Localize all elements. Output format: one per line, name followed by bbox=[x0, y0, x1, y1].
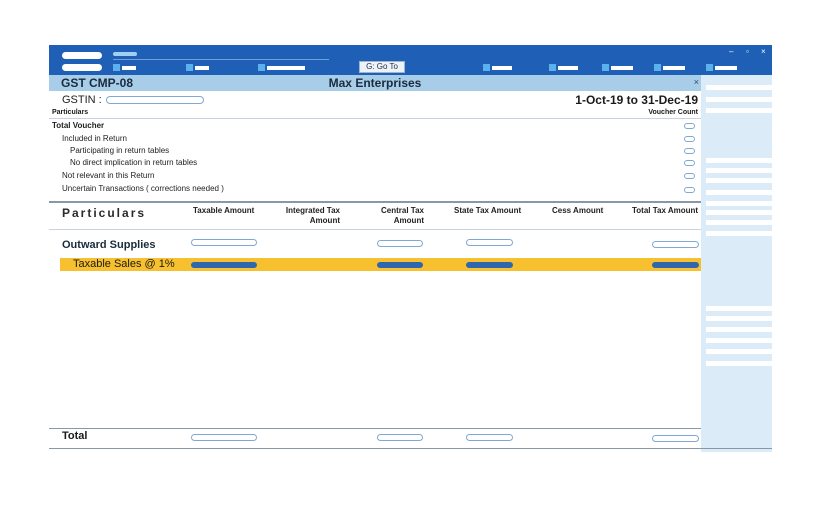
menu-item-1[interactable] bbox=[113, 64, 136, 71]
button-bar-item[interactable] bbox=[706, 97, 772, 102]
button-bar-item[interactable] bbox=[706, 349, 772, 354]
menu-item-icon bbox=[483, 64, 490, 71]
voucher-count-value bbox=[684, 123, 695, 129]
top-toolbar: G: Go To – ▫ × bbox=[49, 45, 772, 75]
period-label[interactable]: 1-Oct-19 to 31-Dec-19 bbox=[575, 93, 698, 107]
total-divider-top bbox=[49, 428, 701, 429]
gstin-label: GSTIN : bbox=[62, 94, 102, 106]
total-label: Total bbox=[62, 430, 88, 442]
outward-taxable-value bbox=[191, 239, 257, 246]
close-window-icon[interactable]: × bbox=[761, 47, 766, 56]
button-bar-item[interactable] bbox=[706, 231, 772, 236]
voucher-row-included[interactable]: Included in Return bbox=[62, 134, 127, 143]
goto-button[interactable]: G: Go To bbox=[359, 61, 405, 73]
menu-pill[interactable] bbox=[62, 64, 102, 71]
particulars-small-header: Particulars bbox=[52, 109, 89, 116]
company-name: Max Enterprises bbox=[328, 76, 422, 90]
voucher-count-value bbox=[684, 187, 695, 193]
taxable-sales-label: Taxable Sales @ 1% bbox=[73, 258, 175, 270]
voucher-count-header: Voucher Count bbox=[648, 109, 698, 116]
taxable-amount-header: Taxable Amount bbox=[193, 206, 255, 215]
header-divider bbox=[49, 118, 701, 119]
menu-item-7[interactable] bbox=[654, 64, 685, 71]
voucher-row-not-relevant[interactable]: Not relevant in this Return bbox=[62, 171, 155, 180]
button-bar-item[interactable] bbox=[706, 361, 772, 366]
menu-item-5[interactable] bbox=[549, 64, 578, 71]
button-bar-item[interactable] bbox=[706, 108, 772, 113]
central-tax-header: Central Tax Amount bbox=[381, 206, 424, 225]
button-bar-item[interactable] bbox=[706, 168, 772, 173]
menu-item-icon bbox=[258, 64, 265, 71]
button-bar-item[interactable] bbox=[706, 338, 772, 343]
menu-item-icon bbox=[706, 64, 713, 71]
button-bar-item[interactable] bbox=[706, 306, 772, 311]
cess-amount-header: Cess Amount bbox=[552, 206, 604, 215]
button-bar-item[interactable] bbox=[706, 201, 772, 206]
section-divider bbox=[49, 201, 701, 203]
menu-item-icon bbox=[549, 64, 556, 71]
outward-total-tax-value bbox=[652, 241, 699, 248]
menu-item-icon bbox=[602, 64, 609, 71]
button-bar-item[interactable] bbox=[706, 158, 772, 163]
total-tax-header: Total Tax Amount bbox=[632, 206, 699, 215]
outward-state-value bbox=[466, 239, 513, 246]
product-pill bbox=[113, 52, 137, 56]
voucher-row-uncertain[interactable]: Uncertain Transactions ( corrections nee… bbox=[62, 184, 224, 193]
menu-item-6[interactable] bbox=[602, 64, 633, 71]
button-bar-item[interactable] bbox=[706, 178, 772, 183]
report-title-bar: Max Enterprises GST CMP-08 × bbox=[49, 75, 701, 91]
button-bar-item[interactable] bbox=[706, 85, 772, 90]
minimize-icon[interactable]: – bbox=[729, 47, 733, 56]
menu-item-3[interactable] bbox=[258, 64, 305, 71]
state-tax-header: State Tax Amount bbox=[454, 206, 522, 215]
total-state-value bbox=[466, 434, 513, 441]
button-bar-item[interactable] bbox=[706, 220, 772, 225]
button-bar-item[interactable] bbox=[706, 190, 772, 195]
gstin-field[interactable] bbox=[106, 96, 204, 104]
total-taxable-value bbox=[191, 434, 257, 441]
menu-item-2[interactable] bbox=[186, 64, 209, 71]
menu-item-icon bbox=[186, 64, 193, 71]
outward-supplies-label[interactable]: Outward Supplies bbox=[62, 239, 156, 251]
selected-row-taxable-sales[interactable]: Taxable Sales @ 1% bbox=[60, 258, 701, 271]
column-header-divider bbox=[49, 229, 701, 230]
voucher-row-participating[interactable]: Participating in return tables bbox=[70, 146, 169, 155]
tally-window: G: Go To – ▫ × Max Enterprises GST CMP-0… bbox=[49, 45, 772, 452]
voucher-row-no-implication[interactable]: No direct implication in return tables bbox=[70, 158, 197, 167]
report-title: GST CMP-08 bbox=[61, 76, 134, 90]
button-bar-item[interactable] bbox=[706, 210, 772, 215]
report-body: GSTIN : 1-Oct-19 to 31-Dec-19 Particular… bbox=[49, 91, 701, 452]
total-central-value bbox=[377, 434, 423, 441]
particulars-column-header: Particulars bbox=[62, 206, 147, 220]
voucher-count-value bbox=[684, 148, 695, 154]
taxable-sales-total-tax-value bbox=[652, 262, 699, 268]
button-bar-item[interactable] bbox=[706, 327, 772, 332]
menu-item-4[interactable] bbox=[483, 64, 512, 71]
button-bar-item[interactable] bbox=[706, 316, 772, 321]
toolbar-divider bbox=[113, 59, 329, 60]
taxable-sales-state-value bbox=[466, 262, 513, 268]
voucher-count-value bbox=[684, 160, 695, 166]
total-divider-bottom bbox=[49, 448, 772, 449]
voucher-count-value bbox=[684, 136, 695, 142]
outward-central-value bbox=[377, 240, 423, 247]
taxable-sales-taxable-value bbox=[191, 262, 257, 268]
menu-item-icon bbox=[654, 64, 661, 71]
company-pill[interactable] bbox=[62, 52, 102, 59]
restore-icon[interactable]: ▫ bbox=[746, 47, 749, 56]
taxable-sales-central-value bbox=[377, 262, 423, 268]
button-bar bbox=[701, 75, 772, 452]
integrated-tax-header: Integrated Tax Amount bbox=[285, 206, 340, 225]
voucher-row-total[interactable]: Total Voucher bbox=[52, 121, 104, 130]
close-report-icon[interactable]: × bbox=[694, 77, 699, 87]
menu-item-8[interactable] bbox=[706, 64, 737, 71]
total-tax-value bbox=[652, 435, 699, 442]
menu-item-icon bbox=[113, 64, 120, 71]
voucher-count-value bbox=[684, 173, 695, 179]
